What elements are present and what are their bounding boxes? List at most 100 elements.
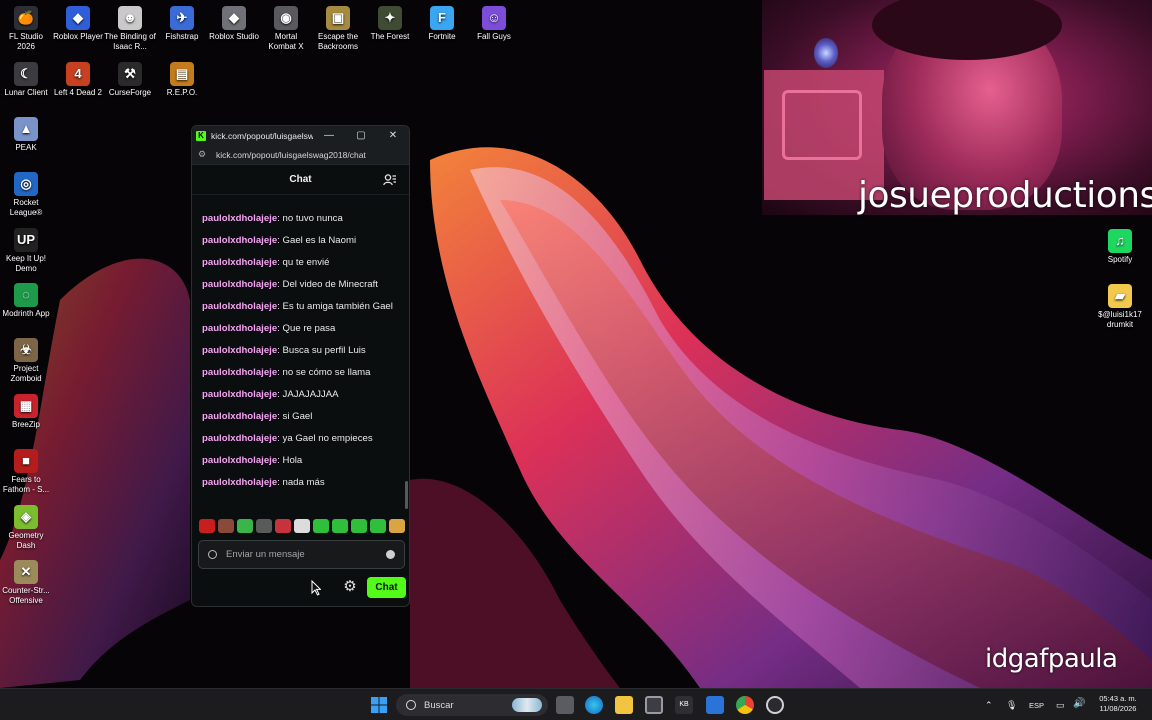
desktop-shortcut[interactable]: ◈ Geometry Dash [0,505,52,551]
desktop-shortcut[interactable]: ☺ Fall Guys [468,6,520,42]
chat-username[interactable]: pauloIxdholajeje [202,389,277,400]
task-view-icon[interactable] [556,696,574,714]
chat-username[interactable]: pauloIxdholajeje [202,477,277,488]
shortcut-label: Geometry Dash [8,531,44,550]
desktop-shortcut[interactable]: ◆ Roblox Player [52,6,104,42]
desktop-shortcut[interactable]: ✈ Fishstrap [156,6,208,42]
app-shortcut-icon: 4 [66,62,90,86]
emote-bar [199,519,405,533]
file-explorer-icon[interactable] [615,696,633,714]
desktop-shortcut[interactable]: ◎ Rocket League® [0,172,52,218]
close-icon[interactable]: ✕ [377,130,409,141]
chat-username[interactable]: pauloIxdholajeje [202,257,277,268]
desktop-shortcut[interactable]: ⚒ CurseForge [104,62,156,98]
window-titlebar[interactable]: K kick.com/popout/luisgaelsw... — ▢ ✕ [192,126,409,145]
emote-icon[interactable] [275,519,291,533]
chat-message: pauloIxdholajeje: Hola [202,454,399,469]
chat-username[interactable]: pauloIxdholajeje [202,455,277,466]
shortcut-label: Mortal Kombat X [268,32,304,51]
desktop-shortcut[interactable]: 🍊 FL Studio 2026 [0,6,52,52]
app-icon[interactable]: KB [675,696,693,714]
clock[interactable]: 05:43 a. m. 11/08/2026 [1093,694,1143,714]
app-shortcut-icon: ▦ [14,394,38,418]
desktop-shortcut[interactable]: UP Keep It Up! Demo [0,228,52,274]
store-icon[interactable] [645,696,663,714]
smile-icon[interactable] [386,550,395,559]
app-shortcut-icon: ◉ [274,6,298,30]
desktop-shortcut[interactable]: ▦ BreeZip [0,394,52,430]
emote-icon[interactable] [237,519,253,533]
chat-username[interactable]: pauloIxdholajeje [202,279,277,290]
maximize-icon[interactable]: ▢ [345,130,377,141]
chat-username[interactable]: pauloIxdholajeje [202,235,277,246]
chat-message: pauloIxdholajeje: Busca su perfil Luis [202,344,399,359]
app-shortcut-icon: ▰ [1108,284,1132,308]
desktop-shortcut[interactable]: ▰ $@luisi1k17 drumkit [1094,284,1146,330]
language-indicator[interactable]: ESP [1029,701,1044,711]
desktop-shortcut[interactable]: ▣ Escape the Backrooms [312,6,364,52]
emote-icon[interactable] [332,519,348,533]
emote-icon[interactable] [218,519,234,533]
emote-icon[interactable] [389,519,405,533]
desktop-shortcut[interactable]: ◆ Roblox Studio [208,6,260,42]
emote-icon[interactable] [370,519,386,533]
chat-username[interactable]: pauloIxdholajeje [202,411,277,422]
shortcut-label: Fall Guys [477,32,511,41]
desktop-shortcut[interactable]: ✕ Counter-Str... Offensive [0,560,52,606]
shortcut-label: $@luisi1k17 drumkit [1098,310,1142,329]
chrome-icon[interactable] [736,696,754,714]
desktop-shortcut[interactable]: ▤ R.E.P.O. [156,62,208,98]
desktop-shortcut[interactable]: ☻ The Binding of Isaac R... [104,6,156,52]
chat-message: pauloIxdholajeje: si Gael [202,410,399,425]
site-info-icon[interactable]: ⚙ [198,149,212,160]
chat-message-text: si Gael [282,411,313,422]
volume-icon[interactable]: 🔊 [1073,699,1085,709]
desktop-shortcut[interactable]: ◌ Modrinth App [0,283,52,319]
desktop-shortcut[interactable]: ✦ The Forest [364,6,416,42]
app-shortcut-icon: ☾ [14,62,38,86]
emote-icon[interactable] [313,519,329,533]
desktop-shortcut[interactable]: F Fortnite [416,6,468,42]
emote-icon[interactable] [256,519,272,533]
chat-username[interactable]: pauloIxdholajeje [202,345,277,356]
users-icon[interactable] [383,174,397,186]
shortcut-label: The Binding of Isaac R... [104,32,156,51]
settings-gear-icon[interactable]: ⚙ [342,579,358,595]
chat-username[interactable]: pauloIxdholajeje [202,301,277,312]
desktop-shortcut[interactable]: ■ Fears to Fathom - S... [0,449,52,495]
app2-icon[interactable] [706,696,724,714]
chat-input-placeholder: Enviar un mensaje [226,549,305,560]
desktop-shortcut[interactable]: ◉ Mortal Kombat X [260,6,312,52]
chat-username[interactable]: pauloIxdholajeje [202,323,277,334]
network-icon[interactable]: ▭ [1056,700,1065,710]
chat-message: pauloIxdholajeje: no tuvo nunca [202,212,399,227]
chat-message-text: no tuvo nunca [282,213,343,224]
chat-message: pauloIxdholajeje: Es tu amiga también Ga… [202,300,399,315]
emote-icon[interactable] [294,519,310,533]
desktop-shortcut[interactable]: ☣ Project Zomboid [0,338,52,384]
chat-input[interactable]: Enviar un mensaje [198,540,405,569]
emote-icon[interactable] [199,519,215,533]
shortcut-label: PEAK [15,143,37,152]
desktop-shortcut[interactable]: ♫ Spotify [1094,229,1146,265]
desktop-shortcut[interactable]: ☾ Lunar Client [0,62,52,98]
desktop-shortcut[interactable]: ▲ PEAK [0,117,52,153]
desktop-shortcut[interactable]: 4 Left 4 Dead 2 [52,62,104,98]
chat-message-text: Es tu amiga también Gael [282,301,393,312]
windows-start-icon[interactable] [370,696,388,714]
shortcut-label: The Forest [370,32,410,41]
emote-picker-icon[interactable] [208,550,217,559]
emote-icon[interactable] [351,519,367,533]
chat-username[interactable]: pauloIxdholajeje [202,433,277,444]
steam-icon[interactable] [766,696,784,714]
address-bar[interactable]: ⚙ kick.com/popout/luisgaelswag2018/chat [192,145,409,165]
microphone-tray-icon[interactable]: 🎙 [1006,700,1017,710]
chat-username[interactable]: pauloIxdholajeje [202,213,277,224]
taskbar-search[interactable]: Buscar [396,694,548,716]
minimize-icon[interactable]: — [313,130,345,141]
chat-username[interactable]: pauloIxdholajeje [202,367,277,378]
tray-overflow-icon[interactable]: ⌃ [985,700,993,710]
chat-send-button[interactable]: Chat [367,577,406,598]
chat-scrollbar[interactable] [405,481,408,509]
edge-icon[interactable] [585,696,603,714]
